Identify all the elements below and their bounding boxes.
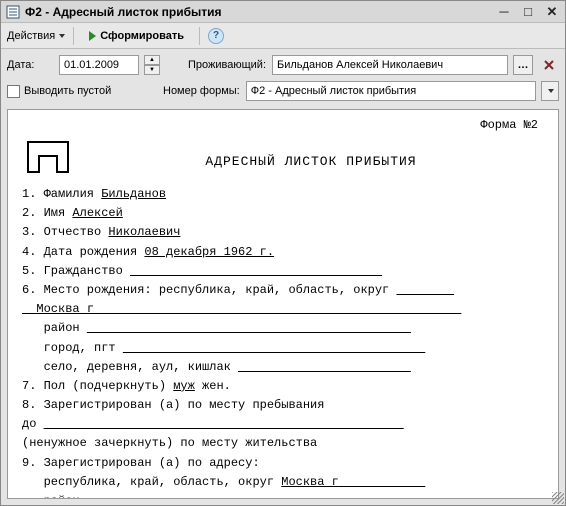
patronymic-label: 3. Отчество: [22, 225, 101, 239]
sex-female: жен.: [202, 379, 231, 393]
strike-note: (ненужное зачеркнуть) по месту жительств…: [22, 434, 538, 453]
output-empty-label: Выводить пустой: [24, 85, 111, 97]
stamp-icon: [26, 140, 70, 177]
city-label: город, пгт: [44, 341, 123, 355]
resident-field[interactable]: Бильданов Алексей Николаевич: [272, 55, 508, 75]
reg-addr-region-value: Москва г: [281, 475, 339, 489]
birthplace-value: Москва г: [36, 302, 94, 316]
help-button[interactable]: ?: [208, 28, 224, 44]
form-number-label: Номер формы:: [163, 85, 240, 97]
chevron-down-icon: [59, 34, 65, 38]
date-label: Дата:: [7, 59, 53, 71]
filter-panel: Дата: 01.01.2009 ▲ ▼ Проживающий: Бильда…: [1, 49, 565, 107]
resize-grip[interactable]: [552, 492, 564, 504]
resident-lookup-button[interactable]: …: [513, 55, 533, 75]
date-field[interactable]: 01.01.2009: [59, 55, 139, 75]
until-label: до: [22, 417, 44, 431]
spin-down-icon[interactable]: ▼: [144, 65, 160, 75]
generate-label: Сформировать: [100, 30, 184, 42]
generate-button[interactable]: Сформировать: [82, 27, 191, 45]
form-number-caption: Форма №2: [22, 118, 538, 132]
app-icon: [5, 4, 21, 20]
window-title: Ф2 - Адресный листок прибытия: [25, 5, 222, 19]
chevron-down-icon: [548, 89, 554, 93]
minimize-button[interactable]: ─: [495, 4, 513, 20]
form-number-dropdown-button[interactable]: [541, 81, 559, 101]
surname-value: Бильданов: [101, 187, 166, 201]
spin-up-icon[interactable]: ▲: [144, 55, 160, 65]
form-number-value: Ф2 - Адресный листок прибытия: [251, 85, 416, 97]
sex-label: 7. Пол (подчеркнуть): [22, 379, 166, 393]
birthplace-label: 6. Место рождения: республика, край, обл…: [22, 283, 396, 297]
name-label: 2. Имя: [22, 206, 65, 220]
maximize-button[interactable]: □: [519, 4, 537, 20]
village-label: село, деревня, аул, кишлак: [44, 360, 238, 374]
resident-value: Бильданов Алексей Николаевич: [277, 59, 443, 71]
titlebar: Ф2 - Адресный листок прибытия ─ □ ✕: [1, 1, 565, 23]
addr-district-label: район: [44, 494, 87, 498]
name-value: Алексей: [72, 206, 122, 220]
document-title: АДРЕСНЫЙ ЛИСТОК ПРИБЫТИЯ: [84, 154, 538, 169]
date-value: 01.01.2009: [64, 59, 119, 71]
citizenship-label: 5. Гражданство: [22, 264, 130, 278]
date-spinner[interactable]: ▲ ▼: [144, 55, 160, 75]
document-scroll[interactable]: Форма №2 АДРЕСНЫЙ ЛИСТОК ПРИБЫТИЯ 1. Фам…: [8, 110, 558, 498]
document-body: 1. Фамилия Бильданов 2. Имя Алексей 3. О…: [22, 185, 538, 498]
resident-clear-button[interactable]: [539, 55, 559, 75]
sex-male: муж: [173, 379, 195, 393]
toolbar-separator: [199, 27, 200, 45]
reg-stay-label: 8. Зарегистрирован (а) по месту пребыван…: [22, 396, 538, 415]
resident-label: Проживающий:: [188, 59, 266, 71]
output-empty-checkbox[interactable]: [7, 85, 20, 98]
toolbar: Действия Сформировать ?: [1, 23, 565, 49]
play-icon: [89, 31, 96, 41]
reg-addr-region-label: республика, край, область, округ: [44, 475, 274, 489]
surname-label: 1. Фамилия: [22, 187, 94, 201]
actions-menu[interactable]: Действия: [7, 30, 65, 42]
close-button[interactable]: ✕: [543, 4, 561, 20]
form-number-field[interactable]: Ф2 - Адресный листок прибытия: [246, 81, 536, 101]
district-label: район: [44, 321, 87, 335]
document-preview: Форма №2 АДРЕСНЫЙ ЛИСТОК ПРИБЫТИЯ 1. Фам…: [7, 109, 559, 499]
birthdate-value: 08 декабря 1962 г.: [144, 245, 274, 259]
app-window: Ф2 - Адресный листок прибытия ─ □ ✕ Дейс…: [0, 0, 566, 506]
reg-addr-label: 9. Зарегистрирован (а) по адресу:: [22, 454, 538, 473]
actions-menu-label: Действия: [7, 30, 55, 42]
toolbar-separator: [73, 27, 74, 45]
birthdate-label: 4. Дата рождения: [22, 245, 137, 259]
patronymic-value: Николаевич: [108, 225, 180, 239]
